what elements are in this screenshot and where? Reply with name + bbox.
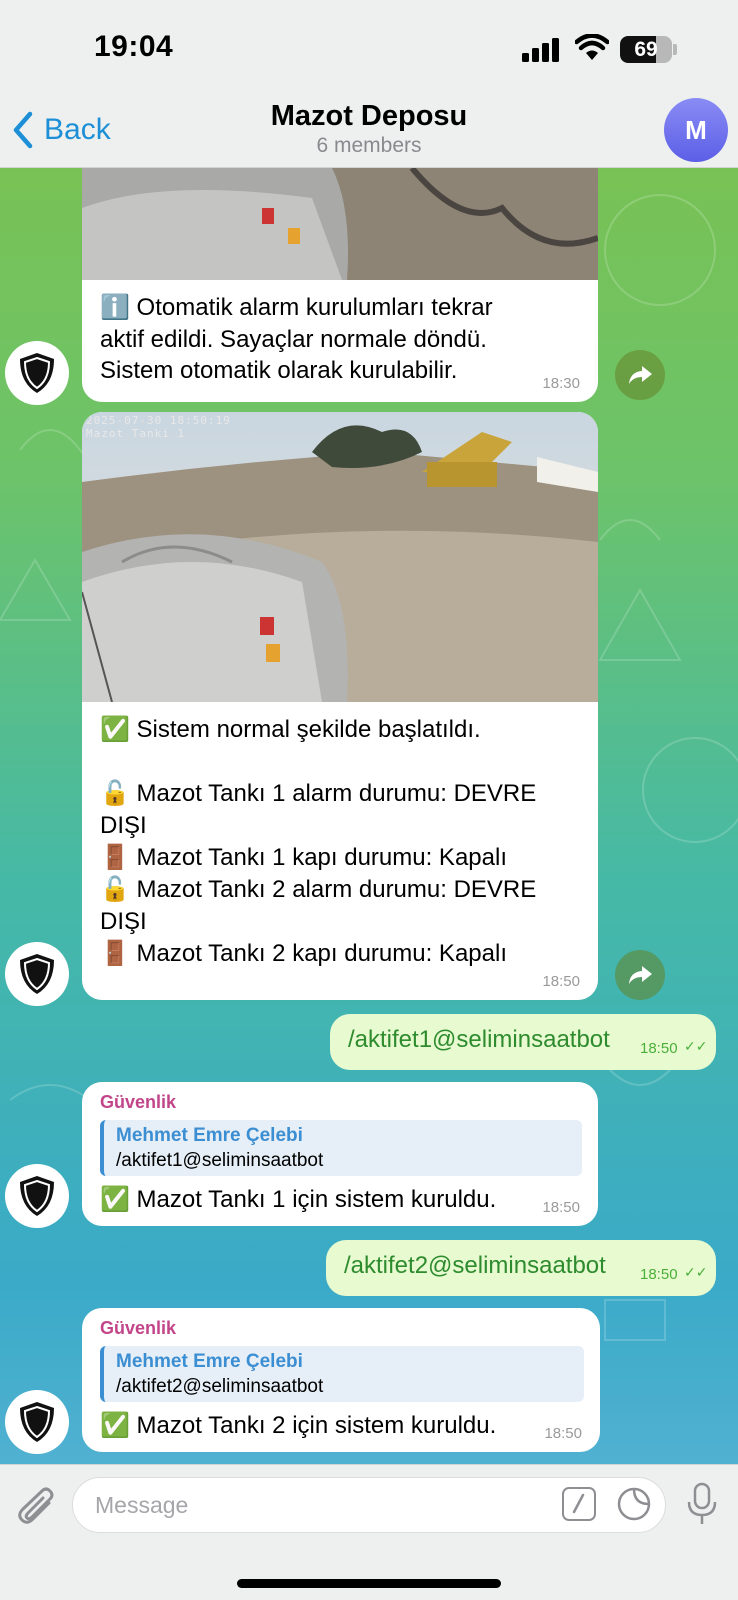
forward-icon — [629, 366, 652, 384]
message-text: ✅ Sistem normal şekilde başlatıldı. 🔓 Ma… — [100, 716, 537, 967]
shield-icon — [20, 1402, 54, 1442]
outgoing-message[interactable]: /aktifet2@seliminsaatbot 18:50 ✓✓ — [326, 1240, 716, 1296]
reply-quote[interactable]: Mehmet Emre Çelebi /aktifet2@seliminsaat… — [100, 1346, 584, 1402]
message-text: ✅ Mazot Tankı 1 için sistem kuruldu. — [100, 1186, 497, 1213]
home-indicator — [237, 1579, 501, 1588]
message-text: ℹ️ Otomatik alarm kurulumları tekrar akt… — [100, 294, 493, 385]
sender-name: Güvenlik — [100, 1092, 177, 1112]
message-time: 18:50 — [542, 1199, 580, 1216]
slash-command-icon — [572, 1493, 585, 1514]
message-text: /aktifet1@seliminsaatbot — [348, 1026, 610, 1053]
signal-icon — [522, 38, 559, 62]
microphone-icon[interactable] — [682, 1481, 722, 1527]
outgoing-message[interactable]: /aktifet1@seliminsaatbot 18:50 ✓✓ — [330, 1014, 716, 1070]
reply-text: /aktifet2@seliminsaatbot — [116, 1376, 324, 1397]
sender-name: Güvenlik — [100, 1318, 177, 1338]
bot-avatar[interactable] — [5, 1390, 69, 1454]
chat-member-count: 6 members — [316, 134, 422, 157]
message-text: ✅ Mazot Tankı 2 için sistem kuruldu. — [100, 1412, 497, 1439]
message-text: /aktifet2@seliminsaatbot — [344, 1252, 606, 1279]
chat-title[interactable]: Mazot Deposu — [0, 100, 738, 133]
battery-icon: 69 — [620, 36, 672, 63]
shield-icon — [20, 353, 54, 393]
paperclip-icon[interactable] — [16, 1485, 58, 1531]
message-composer — [0, 1464, 738, 1600]
camera-timestamp: 2025-07-30 18:50:19 — [86, 414, 231, 427]
forward-button[interactable] — [615, 950, 665, 1000]
message-time: 18:50 — [542, 973, 580, 990]
bot-avatar[interactable] — [5, 341, 69, 405]
message-bubble[interactable]: 2025-07-30 18:50:19 Mazot Tanki 1 ✅ Sist… — [82, 412, 598, 1000]
reply-author: Mehmet Emre Çelebi — [116, 1125, 303, 1146]
bot-commands-button[interactable] — [562, 1487, 596, 1521]
message-bubble[interactable]: Güvenlik Mehmet Emre Çelebi /aktifet2@se… — [82, 1308, 600, 1452]
camera-overlay: 2025-07-30 18:50:19 Mazot Tanki 1 — [86, 414, 231, 440]
status-time: 19:04 — [94, 30, 174, 63]
camera-name: Mazot Tanki 1 — [86, 427, 186, 440]
status-bar: 19:04 69 — [0, 0, 738, 100]
message-time: 18:50 — [544, 1425, 582, 1442]
message-time: 18:30 — [542, 375, 580, 392]
message-time: 18:50 — [640, 1040, 678, 1057]
message-bubble[interactable]: ℹ️ Otomatik alarm kurulumları tekrar akt… — [82, 168, 598, 402]
group-avatar[interactable]: M — [664, 98, 728, 162]
read-checkmarks-icon: ✓✓ — [684, 1264, 708, 1280]
wifi-icon — [575, 34, 609, 60]
read-checkmarks-icon: ✓✓ — [684, 1038, 708, 1054]
chat-header: Back Mazot Deposu 6 members M — [0, 98, 738, 168]
reply-quote[interactable]: Mehmet Emre Çelebi /aktifet1@seliminsaat… — [100, 1120, 582, 1176]
bot-avatar[interactable] — [5, 942, 69, 1006]
forward-button[interactable] — [615, 350, 665, 400]
bot-avatar[interactable] — [5, 1164, 69, 1228]
forward-icon — [629, 966, 652, 984]
battery-level: 69 — [634, 37, 658, 61]
shield-icon — [20, 1176, 54, 1216]
camera-photo[interactable] — [82, 168, 598, 280]
reply-text: /aktifet1@seliminsaatbot — [116, 1150, 324, 1171]
message-time: 18:50 — [640, 1266, 678, 1283]
reply-author: Mehmet Emre Çelebi — [116, 1351, 303, 1372]
battery-tip — [673, 44, 677, 55]
message-bubble[interactable]: Güvenlik Mehmet Emre Çelebi /aktifet1@se… — [82, 1082, 598, 1226]
shield-icon — [20, 954, 54, 994]
camera-photo[interactable] — [82, 412, 598, 702]
sticker-icon[interactable] — [616, 1486, 652, 1522]
